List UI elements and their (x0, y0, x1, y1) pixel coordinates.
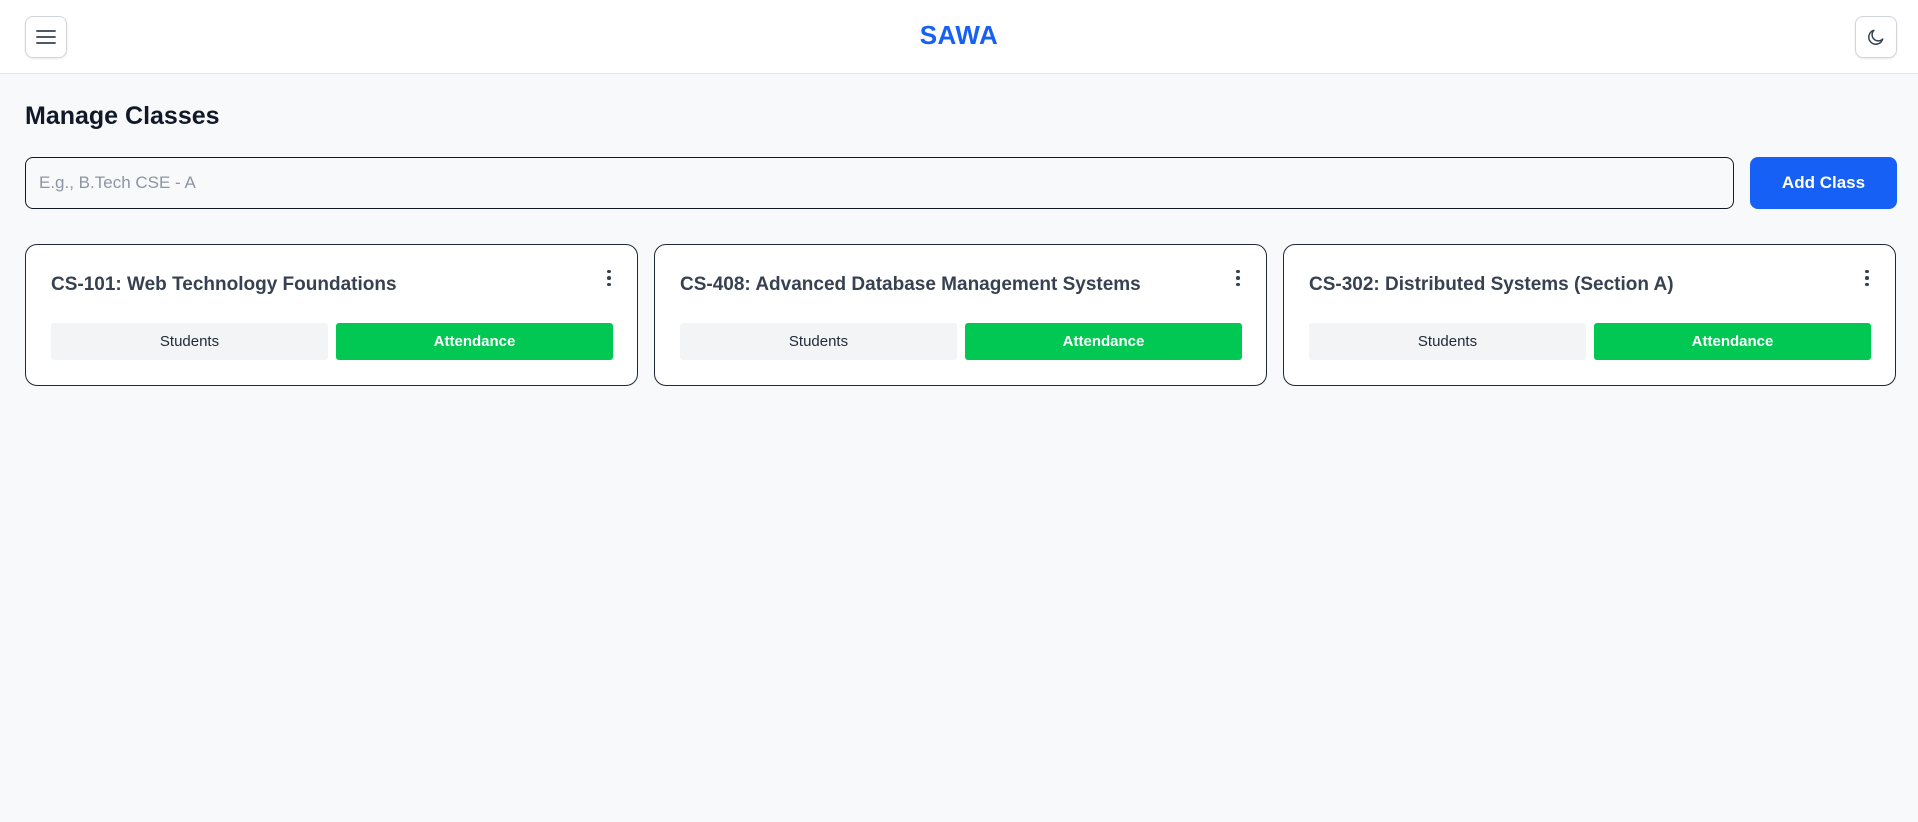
class-card: CS-101: Web Technology Foundations Stude… (25, 244, 638, 386)
moon-icon (1868, 29, 1884, 45)
students-button[interactable]: Students (1309, 323, 1586, 360)
attendance-button[interactable]: Attendance (1594, 323, 1871, 360)
students-button[interactable]: Students (680, 323, 957, 360)
attendance-button[interactable]: Attendance (965, 323, 1242, 360)
more-options-icon[interactable] (1228, 265, 1248, 291)
more-options-icon[interactable] (1857, 265, 1877, 291)
class-card: CS-302: Distributed Systems (Section A) … (1283, 244, 1896, 386)
class-card: CS-408: Advanced Database Management Sys… (654, 244, 1267, 386)
add-class-button[interactable]: Add Class (1750, 157, 1897, 209)
class-name-input[interactable] (25, 157, 1734, 209)
page-title: Manage Classes (25, 102, 220, 130)
attendance-button[interactable]: Attendance (336, 323, 613, 360)
more-options-icon[interactable] (599, 265, 619, 291)
students-button[interactable]: Students (51, 323, 328, 360)
class-card-title: CS-302: Distributed Systems (Section A) (1309, 274, 1674, 295)
app-brand[interactable]: SAWA (0, 20, 1918, 51)
top-navbar: SAWA (0, 0, 1918, 74)
class-card-title: CS-101: Web Technology Foundations (51, 274, 397, 295)
theme-toggle-button[interactable] (1855, 16, 1897, 58)
class-card-title: CS-408: Advanced Database Management Sys… (680, 274, 1141, 295)
